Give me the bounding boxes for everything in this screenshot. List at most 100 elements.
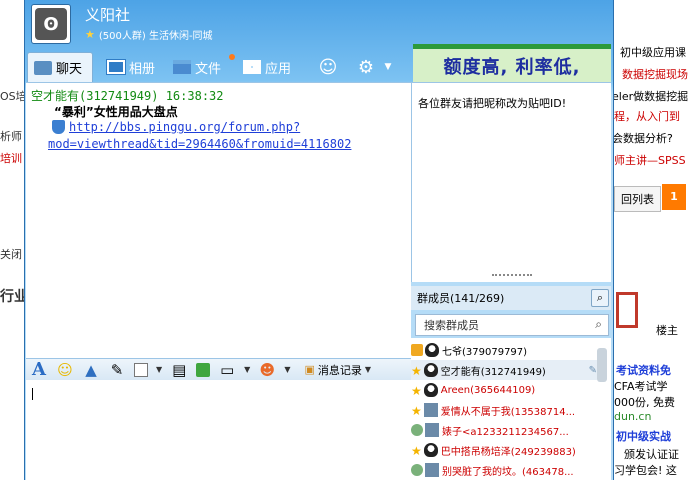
members-header: 群成员(141/269) ⌕ xyxy=(411,286,611,310)
bg-right-text: CFA考试学 xyxy=(614,380,668,393)
group-meta-text: (500人群) 生活休闲-同城 xyxy=(98,31,213,42)
member-item[interactable]: ★ Areen(365644109) xyxy=(411,380,597,400)
penguin-icon xyxy=(425,343,439,357)
emoji-icon[interactable]: ☺ xyxy=(56,361,74,379)
member-list: 七爷(379079797) ★ 空才能有(312741949) ✎ ★ Aree… xyxy=(411,338,611,480)
chevron-down-icon[interactable]: ▼ xyxy=(377,56,399,78)
tab-file[interactable]: 文件 xyxy=(167,52,235,82)
chat-bubble-icon xyxy=(411,424,423,436)
search-icon[interactable]: ⌕ xyxy=(591,289,609,307)
chevron-down-icon[interactable]: ▼ xyxy=(284,365,290,374)
edit-icon[interactable]: ✎ xyxy=(589,365,597,376)
message-sender: 空才能有(312741949) 16:38:32 xyxy=(31,89,224,103)
magic-emoji-icon[interactable]: ☻ xyxy=(258,361,276,379)
penguin-icon xyxy=(423,363,438,377)
gear-icon[interactable]: ⚙ xyxy=(355,56,377,78)
group-avatar[interactable]: ʘ xyxy=(31,4,71,44)
bg-right-text: 楼主 xyxy=(656,324,678,337)
screen-share-icon[interactable]: ▭ xyxy=(218,361,236,379)
bg-right-text: eler做数据挖掘 xyxy=(612,90,688,103)
tab-label: 应用 xyxy=(265,61,292,77)
member-name: 别哭脏了我的坟。(463478... xyxy=(442,466,574,478)
bg-right-text: dun.cn xyxy=(614,410,652,423)
message-link-line: http://bbs.pinggu.org/forum.php? xyxy=(52,120,300,134)
star-icon: ★ xyxy=(411,384,422,398)
message-link[interactable]: http://bbs.pinggu.org/forum.php? xyxy=(69,120,300,134)
stamp-logo xyxy=(616,292,638,328)
history-button[interactable]: ▣ 消息记录 ▼ xyxy=(304,362,371,378)
member-item[interactable]: 别哭脏了我的坟。(463478... xyxy=(411,460,597,480)
bg-right-text: 数据挖掘现场 xyxy=(622,68,688,81)
tab-label: 相册 xyxy=(129,61,156,77)
add-member-icon[interactable]: ☺ xyxy=(317,56,339,78)
message-input[interactable] xyxy=(26,380,411,480)
bg-right-text: 会数据分析? xyxy=(612,132,673,145)
star-icon: ★ xyxy=(411,444,422,458)
tab-label: 聊天 xyxy=(56,62,83,77)
member-search-placeholder: 搜索群成员 xyxy=(424,319,479,332)
member-name: 七爷(379079797) xyxy=(442,346,528,358)
tab-album[interactable]: 相册 xyxy=(101,52,167,82)
member-name: 空才能有(312741949) xyxy=(440,366,546,378)
group-notice: 各位群友请把昵称改为贴吧ID! xyxy=(411,82,611,282)
chevron-down-icon: ▼ xyxy=(364,365,372,374)
penguin-icon xyxy=(423,383,438,397)
background-right-column: 初中级应用课 数据挖掘现场 eler做数据挖掘 程，从入门到 会数据分析? 师主… xyxy=(612,0,688,480)
tab-label: 文件 xyxy=(195,61,222,77)
member-list-scrollbar[interactable] xyxy=(597,348,607,382)
tab-app[interactable]: 应用 xyxy=(237,52,307,82)
bg-right-text: 颁发认证证 xyxy=(624,448,679,461)
shield-icon xyxy=(52,120,65,134)
bg-left-text: 析师 xyxy=(0,130,22,143)
member-item[interactable]: ★ 爱情从不属于我(13538714... xyxy=(411,400,597,420)
member-avatar xyxy=(423,403,438,417)
star-icon: ★ xyxy=(411,404,422,418)
member-name: 巴中搭吊杨培泽(249239883) xyxy=(440,446,576,458)
message-title: “暴利”女性用品大盘点 xyxy=(54,105,178,119)
chevron-down-icon[interactable]: ▼ xyxy=(244,365,250,374)
back-to-list-button[interactable]: 回列表 xyxy=(614,186,661,212)
member-item[interactable]: ★ 空才能有(312741949) ✎ xyxy=(411,360,597,380)
owner-icon xyxy=(411,344,423,356)
star-icon: ★ xyxy=(411,364,422,378)
bg-right-text[interactable]: 初中级实战 xyxy=(616,428,671,444)
member-item[interactable]: ★ 巴中搭吊杨培泽(249239883) xyxy=(411,440,597,460)
resize-handle[interactable] xyxy=(492,274,532,280)
document-icon[interactable]: ▤ xyxy=(170,361,188,379)
message-link[interactable]: mod=viewthread&tid=2964460&fromuid=41168… xyxy=(48,137,351,151)
member-search-input[interactable]: 搜索群成员 ⌕ xyxy=(415,314,609,336)
bg-left-text: 培训 xyxy=(0,152,22,165)
bg-left-text: 关闭 xyxy=(0,248,22,261)
page-number-button[interactable]: 1 xyxy=(662,184,686,210)
penguin-icon xyxy=(423,443,438,457)
bg-right-text: 师主讲—SPSS xyxy=(614,154,686,167)
folder-icon xyxy=(173,60,191,74)
bg-right-text: 程，从入门到 xyxy=(614,110,680,123)
chevron-down-icon[interactable]: ▼ xyxy=(156,365,162,374)
music-icon[interactable] xyxy=(196,362,211,377)
window-header: ʘ 义阳社 ★ (500人群) 生活休闲-同城 xyxy=(25,0,613,48)
member-name: 爱情从不属于我(13538714... xyxy=(440,406,576,418)
bg-left-text: OS培 xyxy=(0,90,27,103)
bg-right-text: 000份, 免费 xyxy=(614,396,675,409)
notice-text: 各位群友请把昵称改为贴吧ID! xyxy=(418,97,567,110)
chat-icon xyxy=(34,60,52,75)
member-name: Areen(365644109) xyxy=(440,384,536,396)
search-icon: ⌕ xyxy=(595,317,602,331)
shake-icon[interactable]: ▲ xyxy=(82,361,100,379)
bg-right-text: 初中级应用课 xyxy=(620,46,686,59)
member-name: 婊子<a1233211234567... xyxy=(442,426,569,438)
history-label: 消息记录 xyxy=(317,363,362,377)
ad-banner[interactable]: 额度高, 利率低, xyxy=(413,44,611,82)
background-left-column: OS培 析师 培训 关闭 行业 xyxy=(0,0,28,480)
tab-chat[interactable]: 聊天 xyxy=(27,52,93,82)
font-icon[interactable]: A xyxy=(30,359,48,380)
member-item[interactable]: 七爷(379079797) xyxy=(411,340,597,360)
note-icon[interactable]: ✎ xyxy=(108,361,126,379)
bg-right-text: 习学包会! 这 xyxy=(614,464,677,477)
bg-right-text[interactable]: 考试资料免 xyxy=(616,362,671,378)
ad-text: 额度高, 利率低, xyxy=(443,56,581,78)
group-avatar-icon: ʘ xyxy=(35,8,67,40)
member-item[interactable]: 婊子<a1233211234567... xyxy=(411,420,597,440)
screenshot-icon[interactable] xyxy=(134,362,148,377)
